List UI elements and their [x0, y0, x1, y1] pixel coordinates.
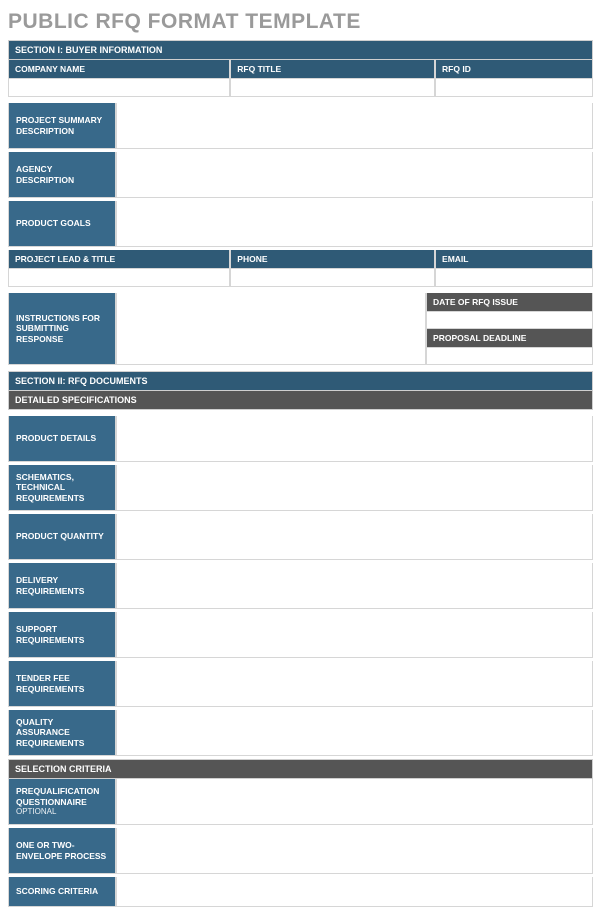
label-prequal: PREQUALIFICATION QUESTIONNAIRE OPTIONAL — [8, 779, 116, 825]
label-product-goals: PRODUCT GOALS — [8, 201, 116, 247]
selection-criteria-header: SELECTION CRITERIA — [8, 759, 593, 779]
row-quantity: PRODUCT QUANTITY — [8, 514, 593, 560]
input-product-details[interactable] — [116, 416, 593, 462]
input-company[interactable] — [8, 79, 230, 97]
label-delivery: DELIVERY REQUIREMENTS — [8, 563, 116, 609]
row-project-summary: PROJECT SUMMARY DESCRIPTION — [8, 103, 593, 149]
row-product-goals: PRODUCT GOALS — [8, 201, 593, 247]
document-title: PUBLIC RFQ FORMAT TEMPLATE — [8, 10, 593, 34]
label-date-issue: DATE OF RFQ ISSUE — [426, 293, 593, 312]
label-prequal-text: PREQUALIFICATION QUESTIONNAIRE — [16, 786, 108, 807]
row-delivery: DELIVERY REQUIREMENTS — [8, 563, 593, 609]
input-scoring[interactable] — [116, 877, 593, 907]
input-rfq-id[interactable] — [435, 79, 593, 97]
input-rfq-title[interactable] — [230, 79, 435, 97]
row-instructions: INSTRUCTIONS FOR SUBMITTING RESPONSE DAT… — [8, 293, 593, 365]
label-product-details: PRODUCT DETAILS — [8, 416, 116, 462]
label-agency-desc: AGENCY DESCRIPTION — [8, 152, 116, 198]
col-rfq-title: RFQ TITLE — [230, 60, 435, 79]
input-qa[interactable] — [116, 710, 593, 756]
label-deadline: PROPOSAL DEADLINE — [426, 329, 593, 348]
buyer-header-row: COMPANY NAME RFQ TITLE RFQ ID — [8, 60, 593, 79]
input-email[interactable] — [435, 269, 593, 287]
row-scoring: SCORING CRITERIA — [8, 877, 593, 907]
input-date-issue[interactable] — [426, 312, 593, 329]
label-schematics: SCHEMATICS, TECHNICAL REQUIREMENTS — [8, 465, 116, 511]
label-scoring: SCORING CRITERIA — [8, 877, 116, 907]
section2-header: SECTION II: RFQ DOCUMENTS — [8, 371, 593, 391]
label-envelope: ONE OR TWO-ENVELOPE PROCESS — [8, 828, 116, 874]
input-quantity[interactable] — [116, 514, 593, 560]
input-schematics[interactable] — [116, 465, 593, 511]
input-agency-desc[interactable] — [116, 152, 593, 198]
row-prequal: PREQUALIFICATION QUESTIONNAIRE OPTIONAL — [8, 779, 593, 825]
label-quantity: PRODUCT QUANTITY — [8, 514, 116, 560]
input-project-lead[interactable] — [8, 269, 230, 287]
detailed-spec-header: DETAILED SPECIFICATIONS — [8, 391, 593, 410]
buyer-input-row — [8, 79, 593, 97]
section1-header: SECTION I: BUYER INFORMATION — [8, 40, 593, 60]
row-support: SUPPORT REQUIREMENTS — [8, 612, 593, 658]
row-schematics: SCHEMATICS, TECHNICAL REQUIREMENTS — [8, 465, 593, 511]
col-rfq-id: RFQ ID — [435, 60, 593, 79]
col-company: COMPANY NAME — [8, 60, 230, 79]
label-tender-fee: TENDER FEE REQUIREMENTS — [8, 661, 116, 707]
label-instructions: INSTRUCTIONS FOR SUBMITTING RESPONSE — [8, 293, 116, 365]
col-project-lead: PROJECT LEAD & TITLE — [8, 250, 230, 269]
col-phone: PHONE — [230, 250, 435, 269]
label-qa: QUALITY ASSURANCE REQUIREMENTS — [8, 710, 116, 756]
col-email: EMAIL — [435, 250, 593, 269]
row-envelope: ONE OR TWO-ENVELOPE PROCESS — [8, 828, 593, 874]
input-delivery[interactable] — [116, 563, 593, 609]
input-envelope[interactable] — [116, 828, 593, 874]
input-phone[interactable] — [230, 269, 435, 287]
label-support: SUPPORT REQUIREMENTS — [8, 612, 116, 658]
row-qa: QUALITY ASSURANCE REQUIREMENTS — [8, 710, 593, 756]
label-prequal-note: OPTIONAL — [16, 807, 56, 817]
input-product-goals[interactable] — [116, 201, 593, 247]
input-support[interactable] — [116, 612, 593, 658]
input-deadline[interactable] — [426, 348, 593, 365]
row-tender-fee: TENDER FEE REQUIREMENTS — [8, 661, 593, 707]
row-agency-desc: AGENCY DESCRIPTION — [8, 152, 593, 198]
input-instructions[interactable] — [116, 293, 426, 365]
lead-header-row: PROJECT LEAD & TITLE PHONE EMAIL — [8, 250, 593, 269]
label-project-summary: PROJECT SUMMARY DESCRIPTION — [8, 103, 116, 149]
input-project-summary[interactable] — [116, 103, 593, 149]
input-prequal[interactable] — [116, 779, 593, 825]
row-product-details: PRODUCT DETAILS — [8, 416, 593, 462]
input-tender-fee[interactable] — [116, 661, 593, 707]
lead-input-row — [8, 269, 593, 287]
